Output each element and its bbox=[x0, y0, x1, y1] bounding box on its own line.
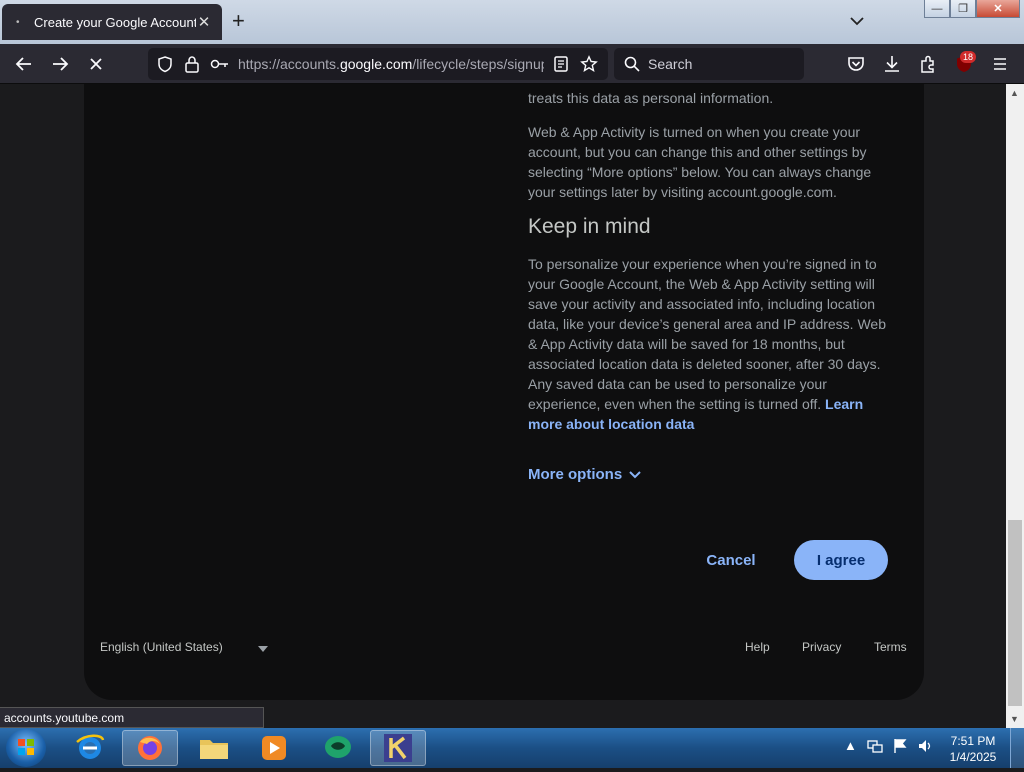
minimize-button[interactable]: — bbox=[924, 0, 950, 18]
window-controls: — ❐ ✕ bbox=[924, 0, 1020, 18]
green-bubble-icon bbox=[325, 736, 351, 758]
terms-link[interactable]: Terms bbox=[874, 640, 907, 654]
show-desktop-button[interactable] bbox=[1010, 728, 1024, 768]
keep-in-mind-paragraph: To personalize your experience when you’… bbox=[528, 256, 886, 432]
tab-title: Create your Google Account bbox=[34, 14, 196, 30]
clock-time: 7:51 PM bbox=[950, 734, 996, 748]
taskbar-file-explorer[interactable] bbox=[186, 730, 242, 766]
language-selector[interactable]: English (United States) bbox=[100, 640, 223, 654]
new-tab-button[interactable]: + bbox=[232, 10, 245, 32]
window-close-button[interactable]: ✕ bbox=[976, 0, 1020, 18]
clock-date: 1/4/2025 bbox=[949, 750, 997, 764]
bookmark-star-icon[interactable] bbox=[580, 55, 598, 73]
tab-loading-icon: • bbox=[16, 16, 20, 28]
more-options-label: More options bbox=[528, 466, 623, 483]
taskbar-media-player[interactable] bbox=[246, 730, 302, 766]
menu-icon[interactable] bbox=[990, 54, 1010, 74]
taskbar-k-app[interactable] bbox=[370, 730, 426, 766]
taskbar-internet-explorer[interactable] bbox=[62, 730, 118, 766]
system-tray: ▲ bbox=[844, 738, 933, 754]
web-app-activity-paragraph: Web & App Activity is turned on when you… bbox=[528, 124, 872, 200]
start-button[interactable] bbox=[6, 729, 46, 767]
network-icon[interactable] bbox=[867, 738, 883, 754]
taskbar-clock[interactable]: 7:51 PM 1/4/2025 bbox=[940, 733, 1006, 765]
page-scrollbar[interactable]: ▲ ▼ bbox=[1006, 84, 1024, 728]
chevron-down-icon bbox=[629, 470, 641, 478]
scrollbar-thumb[interactable] bbox=[1008, 520, 1022, 706]
address-bar[interactable]: https://accounts.google.com/lifecycle/st… bbox=[148, 48, 608, 80]
forward-icon[interactable] bbox=[50, 54, 70, 74]
windows-logo-icon bbox=[18, 739, 34, 755]
scroll-down-icon[interactable]: ▼ bbox=[1010, 714, 1019, 724]
stop-loading-icon[interactable] bbox=[86, 54, 106, 74]
shield-icon[interactable] bbox=[156, 55, 174, 73]
firefox-icon bbox=[138, 736, 162, 760]
list-all-tabs-icon[interactable] bbox=[848, 12, 866, 30]
i-agree-button[interactable]: I agree bbox=[794, 540, 888, 580]
pocket-icon[interactable] bbox=[846, 54, 866, 74]
reader-view-icon[interactable] bbox=[553, 55, 569, 73]
taskbar-green-app[interactable] bbox=[310, 730, 366, 766]
extensions-icon[interactable] bbox=[918, 54, 938, 74]
back-icon[interactable] bbox=[14, 54, 34, 74]
web-page: treats this data as personal information… bbox=[0, 84, 1006, 728]
search-bar[interactable]: Search bbox=[614, 48, 804, 80]
keep-in-mind-heading: Keep in mind bbox=[528, 215, 651, 238]
more-options-button[interactable]: More options bbox=[528, 466, 642, 483]
navigation-toolbar: https://accounts.google.com/lifecycle/st… bbox=[0, 44, 1024, 84]
show-hidden-icons-icon[interactable]: ▲ bbox=[844, 738, 857, 754]
extension-badge: 18 bbox=[960, 51, 977, 63]
restore-button[interactable]: ❐ bbox=[950, 0, 976, 18]
tab-strip: • Create your Google Account ✕ + — ❐ ✕ bbox=[0, 0, 1024, 44]
windows-taskbar: ▲ 7:51 PM 1/4/2025 bbox=[0, 728, 1024, 768]
url-text[interactable]: https://accounts.google.com/lifecycle/st… bbox=[238, 56, 544, 72]
help-link[interactable]: Help bbox=[745, 640, 770, 654]
tab-close-icon[interactable]: ✕ bbox=[196, 13, 212, 31]
privacy-link[interactable]: Privacy bbox=[802, 640, 841, 654]
key-icon[interactable] bbox=[210, 57, 230, 71]
tab-google-account[interactable]: • Create your Google Account ✕ bbox=[2, 4, 222, 40]
internet-explorer-icon bbox=[76, 734, 105, 759]
taskbar-firefox[interactable] bbox=[122, 730, 178, 766]
caret-down-icon[interactable] bbox=[258, 646, 268, 652]
downloads-icon[interactable] bbox=[882, 54, 902, 74]
cancel-button[interactable]: Cancel bbox=[700, 540, 762, 580]
scroll-up-icon[interactable]: ▲ bbox=[1010, 88, 1019, 98]
search-placeholder: Search bbox=[648, 56, 693, 72]
lock-icon[interactable] bbox=[184, 55, 200, 73]
folder-icon bbox=[200, 740, 228, 759]
media-player-icon bbox=[262, 736, 286, 760]
action-center-flag-icon[interactable] bbox=[893, 738, 907, 754]
k-app-icon bbox=[384, 734, 412, 762]
link-status-bar: accounts.youtube.com bbox=[0, 707, 264, 728]
search-icon bbox=[624, 56, 640, 72]
privacy-text-intro: treats this data as personal information… bbox=[528, 90, 774, 106]
volume-icon[interactable] bbox=[917, 738, 933, 754]
